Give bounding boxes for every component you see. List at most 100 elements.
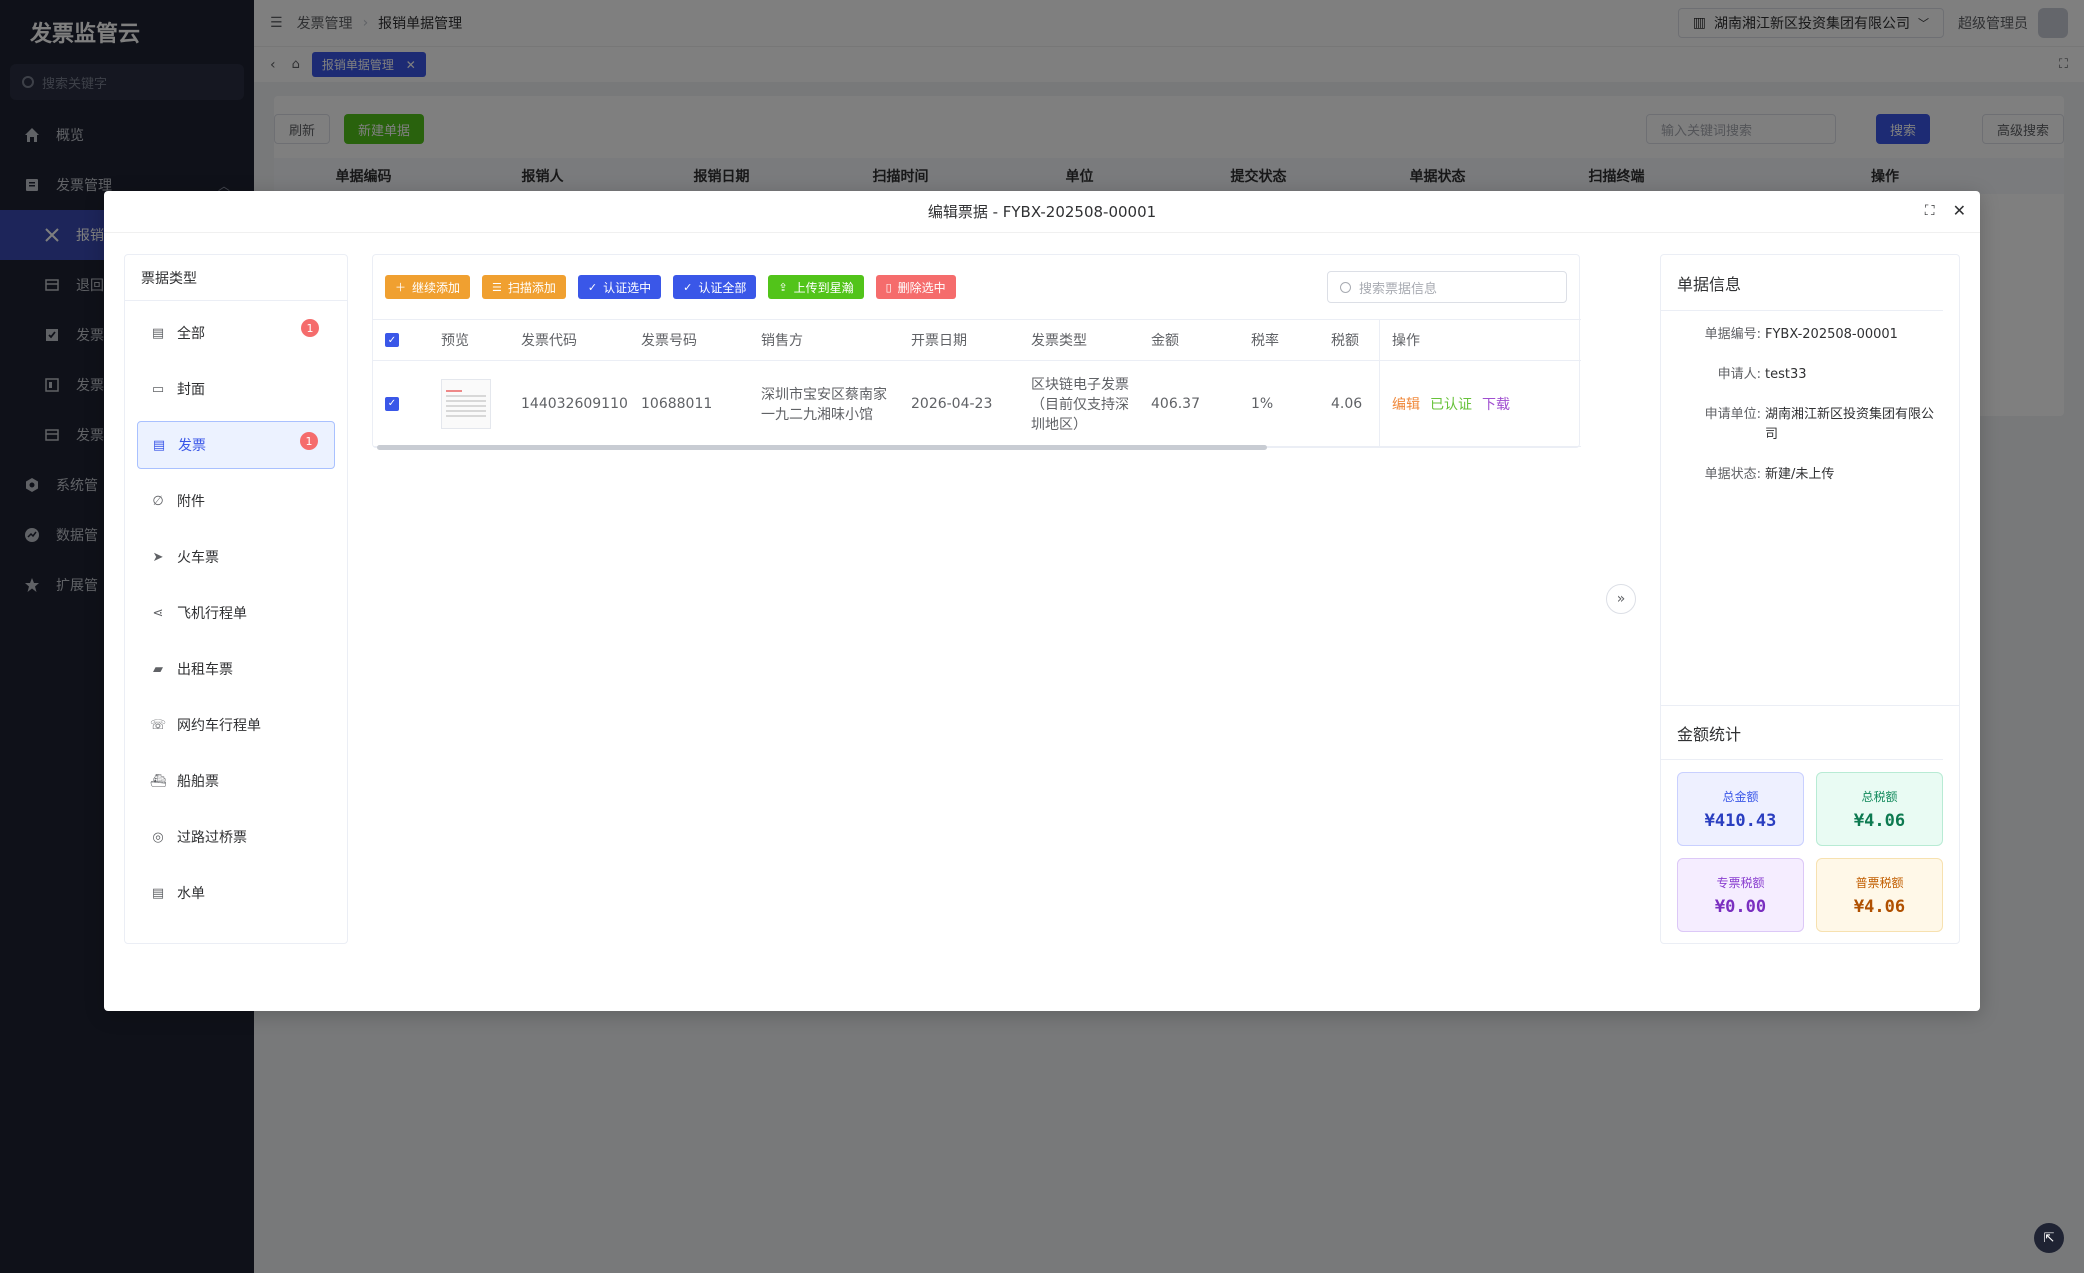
delete-selected-button[interactable]: ▯ 删除选中	[875, 275, 956, 299]
info-row: 申请单位: 湖南湘江新区投资集团有限公司	[1661, 405, 1959, 445]
doc-icon: ▤	[151, 325, 165, 341]
ship-icon: ⛴	[149, 773, 167, 789]
info-row: 申请人: test33	[1661, 365, 1959, 385]
info-panel: 单据信息 单据编号: FYBX-202508-00001 申请人: test33…	[1660, 254, 1960, 944]
modal-title: 编辑票据 - FYBX-202508-00001	[104, 191, 1980, 233]
modal-actions: ⛶ ✕	[1925, 201, 1966, 220]
upload-button[interactable]: ⇪ 上传到星瀚	[768, 275, 864, 299]
continue-add-button[interactable]: ＋ 继续添加	[385, 275, 471, 299]
type-label: 出租车票	[177, 662, 233, 678]
type-item-taxi[interactable]: ▰ 出租车票	[137, 645, 335, 693]
info-panel-title: 单据信息	[1661, 255, 1943, 311]
invoice-table: ✓ 预览 发票代码 发票号码 销售方 开票日期 发票类型 金额 税率 税额 操作…	[373, 319, 1581, 447]
expand-panel-button[interactable]: »	[1606, 584, 1636, 614]
column-header: 开票日期	[911, 333, 967, 349]
checkbox-checked: ✓	[385, 333, 399, 347]
stat-label: 专票税额	[1716, 875, 1765, 890]
table-row[interactable]: ✓ 144032609110 10688011 深圳市宝安区蔡南家一九二九湘味小…	[373, 361, 1581, 447]
check-icon: ✓	[683, 280, 693, 294]
type-label: 船舶票	[177, 774, 219, 790]
scan-icon: ☰	[492, 280, 502, 294]
type-item-attachment[interactable]: ∅ 附件	[137, 477, 335, 525]
plus-icon: ＋	[395, 281, 406, 294]
horizontal-scrollbar[interactable]	[377, 445, 1267, 450]
info-label: 单据编号:	[1704, 327, 1761, 342]
verified-link[interactable]: 已认证	[1430, 394, 1472, 414]
type-item-ship[interactable]: ⛴ 船舶票	[137, 757, 335, 805]
maximize-icon[interactable]: ⛶	[1925, 203, 1935, 219]
amount: 406.37	[1151, 395, 1200, 412]
row-checkbox[interactable]: ✓	[373, 396, 429, 411]
select-all-checkbox[interactable]: ✓	[373, 333, 429, 347]
invoice-search-input[interactable]: 搜索票据信息	[1327, 271, 1567, 303]
close-icon[interactable]: ✕	[1953, 201, 1966, 220]
type-label: 封面	[177, 382, 205, 398]
column-header: 发票代码	[521, 333, 577, 349]
share-icon: ⋖	[152, 605, 164, 621]
table-header: ✓ 预览 发票代码 发票号码 销售方 开票日期 发票类型 金额 税率 税额 操作	[373, 319, 1581, 361]
button-label: 扫描添加	[507, 280, 556, 295]
button-label: 认证全部	[698, 280, 747, 295]
truck-icon: ▰	[153, 661, 163, 677]
type-item-bank-slip[interactable]: ▤ 水单	[137, 869, 335, 917]
verify-selected-button[interactable]: ✓ 认证选中	[577, 275, 662, 299]
info-row: 单据状态: 新建/未上传	[1661, 465, 1959, 485]
back-to-top-button[interactable]: ⇱	[2034, 1223, 2064, 1253]
search-placeholder: 搜索票据信息	[1359, 281, 1438, 297]
issue-date: 2026-04-23	[911, 395, 993, 412]
send-icon: ➤	[152, 549, 164, 565]
info-label: 单据状态:	[1704, 467, 1761, 482]
type-label: 网约车行程单	[177, 718, 261, 734]
type-item-invoice[interactable]: ▤ 发票 1	[137, 421, 335, 469]
type-item-flight[interactable]: ⋖ 飞机行程单	[137, 589, 335, 637]
info-value: 新建/未上传	[1765, 467, 1835, 482]
type-panel-title: 票据类型	[125, 255, 347, 301]
tax-rate: 1%	[1251, 395, 1274, 412]
column-header: 金额	[1151, 333, 1179, 349]
type-label: 附件	[177, 494, 205, 510]
type-item-all[interactable]: ▤ 全部 1	[137, 309, 335, 357]
type-item-toll[interactable]: ◎ 过路过桥票	[137, 813, 335, 861]
type-label: 发票	[178, 438, 206, 454]
info-value: FYBX-202508-00001	[1765, 327, 1898, 342]
stat-value: ¥4.06	[1853, 810, 1906, 831]
column-header: 操作	[1379, 320, 1579, 360]
type-item-cover[interactable]: ▭ 封面	[137, 365, 335, 413]
stat-value: ¥410.43	[1704, 810, 1777, 831]
info-label: 申请人:	[1717, 367, 1761, 382]
stats-title: 金额统计	[1661, 706, 1943, 760]
info-label: 申请单位:	[1704, 407, 1761, 422]
stat-label: 普票税额	[1855, 875, 1904, 890]
invoice-number: 10688011	[641, 395, 713, 412]
stat-label: 总金额	[1722, 789, 1759, 804]
check-icon: ✓	[587, 280, 598, 294]
amount-stats: 金额统计 总金额 ¥410.43 总税额 ¥4.06 专票税额 ¥0.00 普票…	[1661, 705, 1959, 943]
search-icon	[1340, 281, 1351, 293]
info-value: 湖南湘江新区投资集团有限公司	[1765, 407, 1935, 442]
stat-total-tax: 总税额 ¥4.06	[1816, 772, 1943, 846]
stat-special-tax: 专票税额 ¥0.00	[1677, 858, 1804, 932]
column-header: 税额	[1331, 333, 1359, 349]
invoice-thumbnail	[441, 378, 491, 429]
invoice-panel: ＋ 继续添加 ☰ 扫描添加 ✓ 认证选中 ✓ 认证全部 ⇪ 上传到星瀚 ▯ 删除选中 搜索票…	[372, 254, 1581, 450]
column-header: 税率	[1251, 333, 1279, 349]
phone-icon: ☏	[149, 717, 167, 733]
scan-add-button[interactable]: ☰ 扫描添加	[482, 275, 566, 299]
upload-icon: ⇪	[778, 280, 788, 294]
row-actions: 编辑 已认证 下载	[1379, 361, 1579, 446]
verify-all-button[interactable]: ✓ 认证全部	[673, 275, 757, 299]
stat-normal-tax: 普票税额 ¥4.06	[1816, 858, 1943, 932]
folder-icon: ▭	[151, 381, 165, 397]
stat-label: 总税额	[1861, 789, 1898, 804]
stats-grid: 总金额 ¥410.43 总税额 ¥4.06 专票税额 ¥0.00 普票税额 ¥4…	[1661, 760, 1959, 944]
invoice-preview[interactable]	[429, 378, 509, 429]
edit-link[interactable]: 编辑	[1392, 394, 1420, 414]
button-label: 继续添加	[412, 280, 461, 295]
stat-value: ¥4.06	[1853, 896, 1906, 917]
count-badge: 1	[300, 432, 318, 450]
download-link[interactable]: 下载	[1482, 394, 1510, 414]
type-item-train[interactable]: ➤ 火车票	[137, 533, 335, 581]
column-header: 发票类型	[1031, 333, 1087, 349]
type-item-ride-hailing[interactable]: ☏ 网约车行程单	[137, 701, 335, 749]
button-label: 上传到星瀚	[793, 280, 854, 295]
